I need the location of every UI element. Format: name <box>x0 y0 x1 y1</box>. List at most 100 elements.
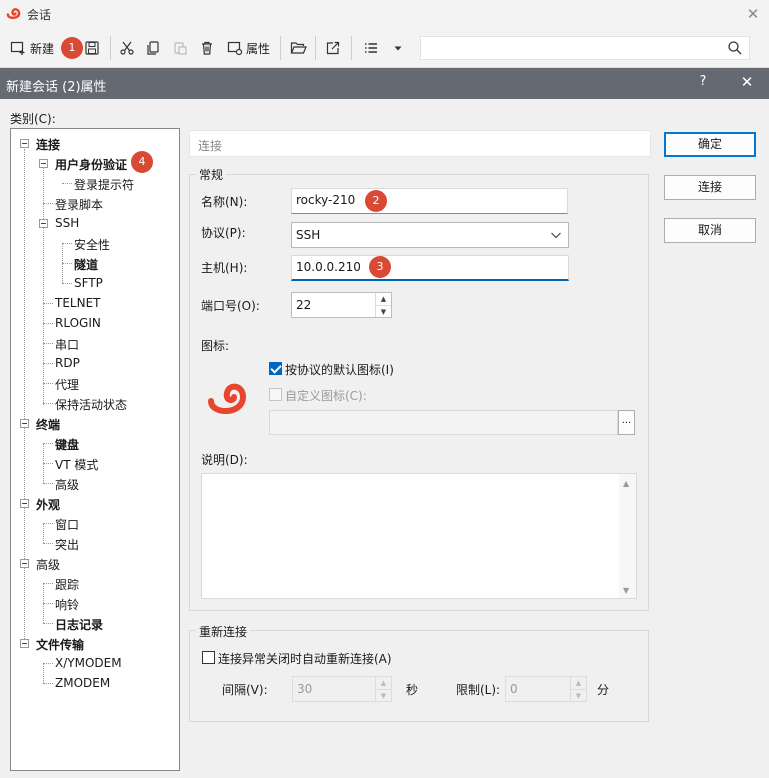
tree-guide <box>43 203 53 204</box>
icon-browse-button[interactable]: ... <box>618 410 635 435</box>
name-input[interactable]: rocky-210 <box>291 188 568 214</box>
default-icon-checkbox[interactable] <box>269 362 282 375</box>
export-button[interactable] <box>325 36 341 60</box>
tree-guide <box>43 523 53 524</box>
dialog-close-button[interactable]: ✕ <box>738 73 756 91</box>
annotation-badge-1: 1 <box>61 37 83 59</box>
tree-item-rdp[interactable]: RDP <box>55 356 80 370</box>
cut-button[interactable] <box>119 36 135 60</box>
tree-item-highlight[interactable]: 突出 <box>55 536 79 553</box>
tree-item-terminal[interactable]: 终端 <box>36 416 60 433</box>
cancel-button[interactable]: 取消 <box>664 218 756 243</box>
connect-button[interactable]: 连接 <box>664 175 756 200</box>
spin-down-icon[interactable]: ▼ <box>376 305 391 317</box>
tree-item-trace[interactable]: 跟踪 <box>55 576 79 593</box>
tree-item-zmodem[interactable]: ZMODEM <box>55 676 110 690</box>
tree-guide <box>43 543 53 544</box>
search-input[interactable] <box>420 36 750 60</box>
spin-up-icon[interactable]: ▲ <box>376 677 391 689</box>
tree-collapse-toggle[interactable] <box>20 419 29 428</box>
port-spin-buttons[interactable]: ▲ ▼ <box>375 293 391 317</box>
chevron-down-icon <box>550 229 562 244</box>
auto-reconnect-checkbox[interactable] <box>202 651 215 664</box>
protocol-select[interactable]: SSH <box>291 222 569 248</box>
general-group-label: 常规 <box>196 166 227 183</box>
open-folder-button[interactable] <box>290 36 307 60</box>
new-session-button[interactable]: 新建 <box>10 36 54 60</box>
interval-stepper[interactable]: 30 ▲ ▼ <box>292 676 392 702</box>
description-textarea[interactable]: ▲ ▼ <box>201 473 637 599</box>
spin-down-icon[interactable]: ▼ <box>376 689 391 701</box>
tree-item-telnet[interactable]: TELNET <box>55 296 101 310</box>
tree-guide <box>43 663 53 664</box>
scroll-up-icon[interactable]: ▲ <box>623 479 629 488</box>
tree-guide <box>43 603 53 604</box>
tree-guide <box>43 663 44 683</box>
custom-icon-label: 自定义图标(C): <box>285 389 367 403</box>
tree-item-rlogin[interactable]: RLOGIN <box>55 316 101 330</box>
new-session-icon <box>10 41 25 55</box>
tree-collapse-toggle[interactable] <box>20 639 29 648</box>
tree-item-ssh[interactable]: SSH <box>55 216 79 230</box>
tree-item-advanced[interactable]: 高级 <box>36 556 60 573</box>
tree-collapse-toggle[interactable] <box>39 219 48 228</box>
ok-button[interactable]: 确定 <box>664 132 756 157</box>
tree-item-tunnel[interactable]: 隧道 <box>74 256 98 273</box>
paste-button[interactable] <box>172 36 188 60</box>
description-scrollbar[interactable]: ▲ ▼ <box>619 474 636 598</box>
tree-item-xymodem[interactable]: X/YMODEM <box>55 656 122 670</box>
tree-item-window[interactable]: 窗口 <box>55 516 79 533</box>
spin-up-icon[interactable]: ▲ <box>376 293 391 305</box>
tree-item-login-prompt[interactable]: 登录提示符 <box>74 176 134 193</box>
category-tree[interactable]: 连接 用户身份验证 4 登录提示符 登录脚本 SSH 安全性 隧道 SFTP T… <box>10 128 180 771</box>
tree-collapse-toggle[interactable] <box>20 559 29 568</box>
tree-item-proxy[interactable]: 代理 <box>55 376 79 393</box>
tree-item-bell[interactable]: 响铃 <box>55 596 79 613</box>
limit-spin-buttons[interactable]: ▲ ▼ <box>570 677 586 701</box>
tree-guide <box>43 163 44 405</box>
tree-guide <box>24 149 25 645</box>
limit-value: 0 <box>510 682 518 696</box>
tree-item-terminal-advanced[interactable]: 高级 <box>55 476 79 493</box>
toolbar-separator <box>110 36 111 60</box>
tree-item-keyboard[interactable]: 键盘 <box>55 436 79 453</box>
view-dropdown-button[interactable] <box>392 36 404 60</box>
tree-item-vt-mode[interactable]: VT 模式 <box>55 456 98 473</box>
trash-icon <box>202 41 212 55</box>
interval-spin-buttons[interactable]: ▲ ▼ <box>375 677 391 701</box>
tree-item-connection[interactable]: 连接 <box>36 136 60 153</box>
tree-item-file-transfer[interactable]: 文件传输 <box>36 636 84 653</box>
limit-stepper[interactable]: 0 ▲ ▼ <box>505 676 587 702</box>
tree-item-security[interactable]: 安全性 <box>74 236 110 253</box>
tree-item-sftp[interactable]: SFTP <box>74 276 103 290</box>
tree-collapse-toggle[interactable] <box>20 499 29 508</box>
window-titlebar: 会话 ✕ <box>0 0 769 28</box>
copy-button[interactable] <box>145 36 161 60</box>
properties-button[interactable]: 属性 <box>227 36 270 60</box>
protocol-label: 协议(P): <box>201 226 246 240</box>
port-value: 22 <box>296 298 312 312</box>
tree-collapse-toggle[interactable] <box>20 139 29 148</box>
save-button[interactable] <box>84 36 100 60</box>
protocol-value: SSH <box>296 228 321 242</box>
tree-item-login-script[interactable]: 登录脚本 <box>55 196 103 213</box>
tree-item-user-auth[interactable]: 用户身份验证 <box>55 156 127 173</box>
tree-item-logging[interactable]: 日志记录 <box>55 616 103 633</box>
scroll-down-icon[interactable]: ▼ <box>623 586 629 595</box>
custom-icon-checkbox[interactable] <box>269 388 282 401</box>
tree-item-serial[interactable]: 串口 <box>55 336 79 353</box>
host-input[interactable]: 10.0.0.210 <box>291 255 569 281</box>
delete-button[interactable] <box>199 36 215 60</box>
port-stepper[interactable]: 22 ▲ ▼ <box>291 292 392 318</box>
tree-item-appearance[interactable]: 外观 <box>36 496 60 513</box>
view-list-button[interactable] <box>363 36 379 60</box>
tree-collapse-toggle[interactable] <box>39 159 48 168</box>
tree-item-keepalive[interactable]: 保持活动状态 <box>55 396 127 413</box>
window-close-button[interactable]: ✕ <box>743 4 763 24</box>
tree-guide <box>43 323 53 324</box>
custom-icon-path-field <box>269 410 618 435</box>
toolbar-separator <box>351 36 352 60</box>
spin-up-icon[interactable]: ▲ <box>571 677 586 689</box>
spin-down-icon[interactable]: ▼ <box>571 689 586 701</box>
dialog-help-button[interactable]: ? <box>696 74 710 89</box>
